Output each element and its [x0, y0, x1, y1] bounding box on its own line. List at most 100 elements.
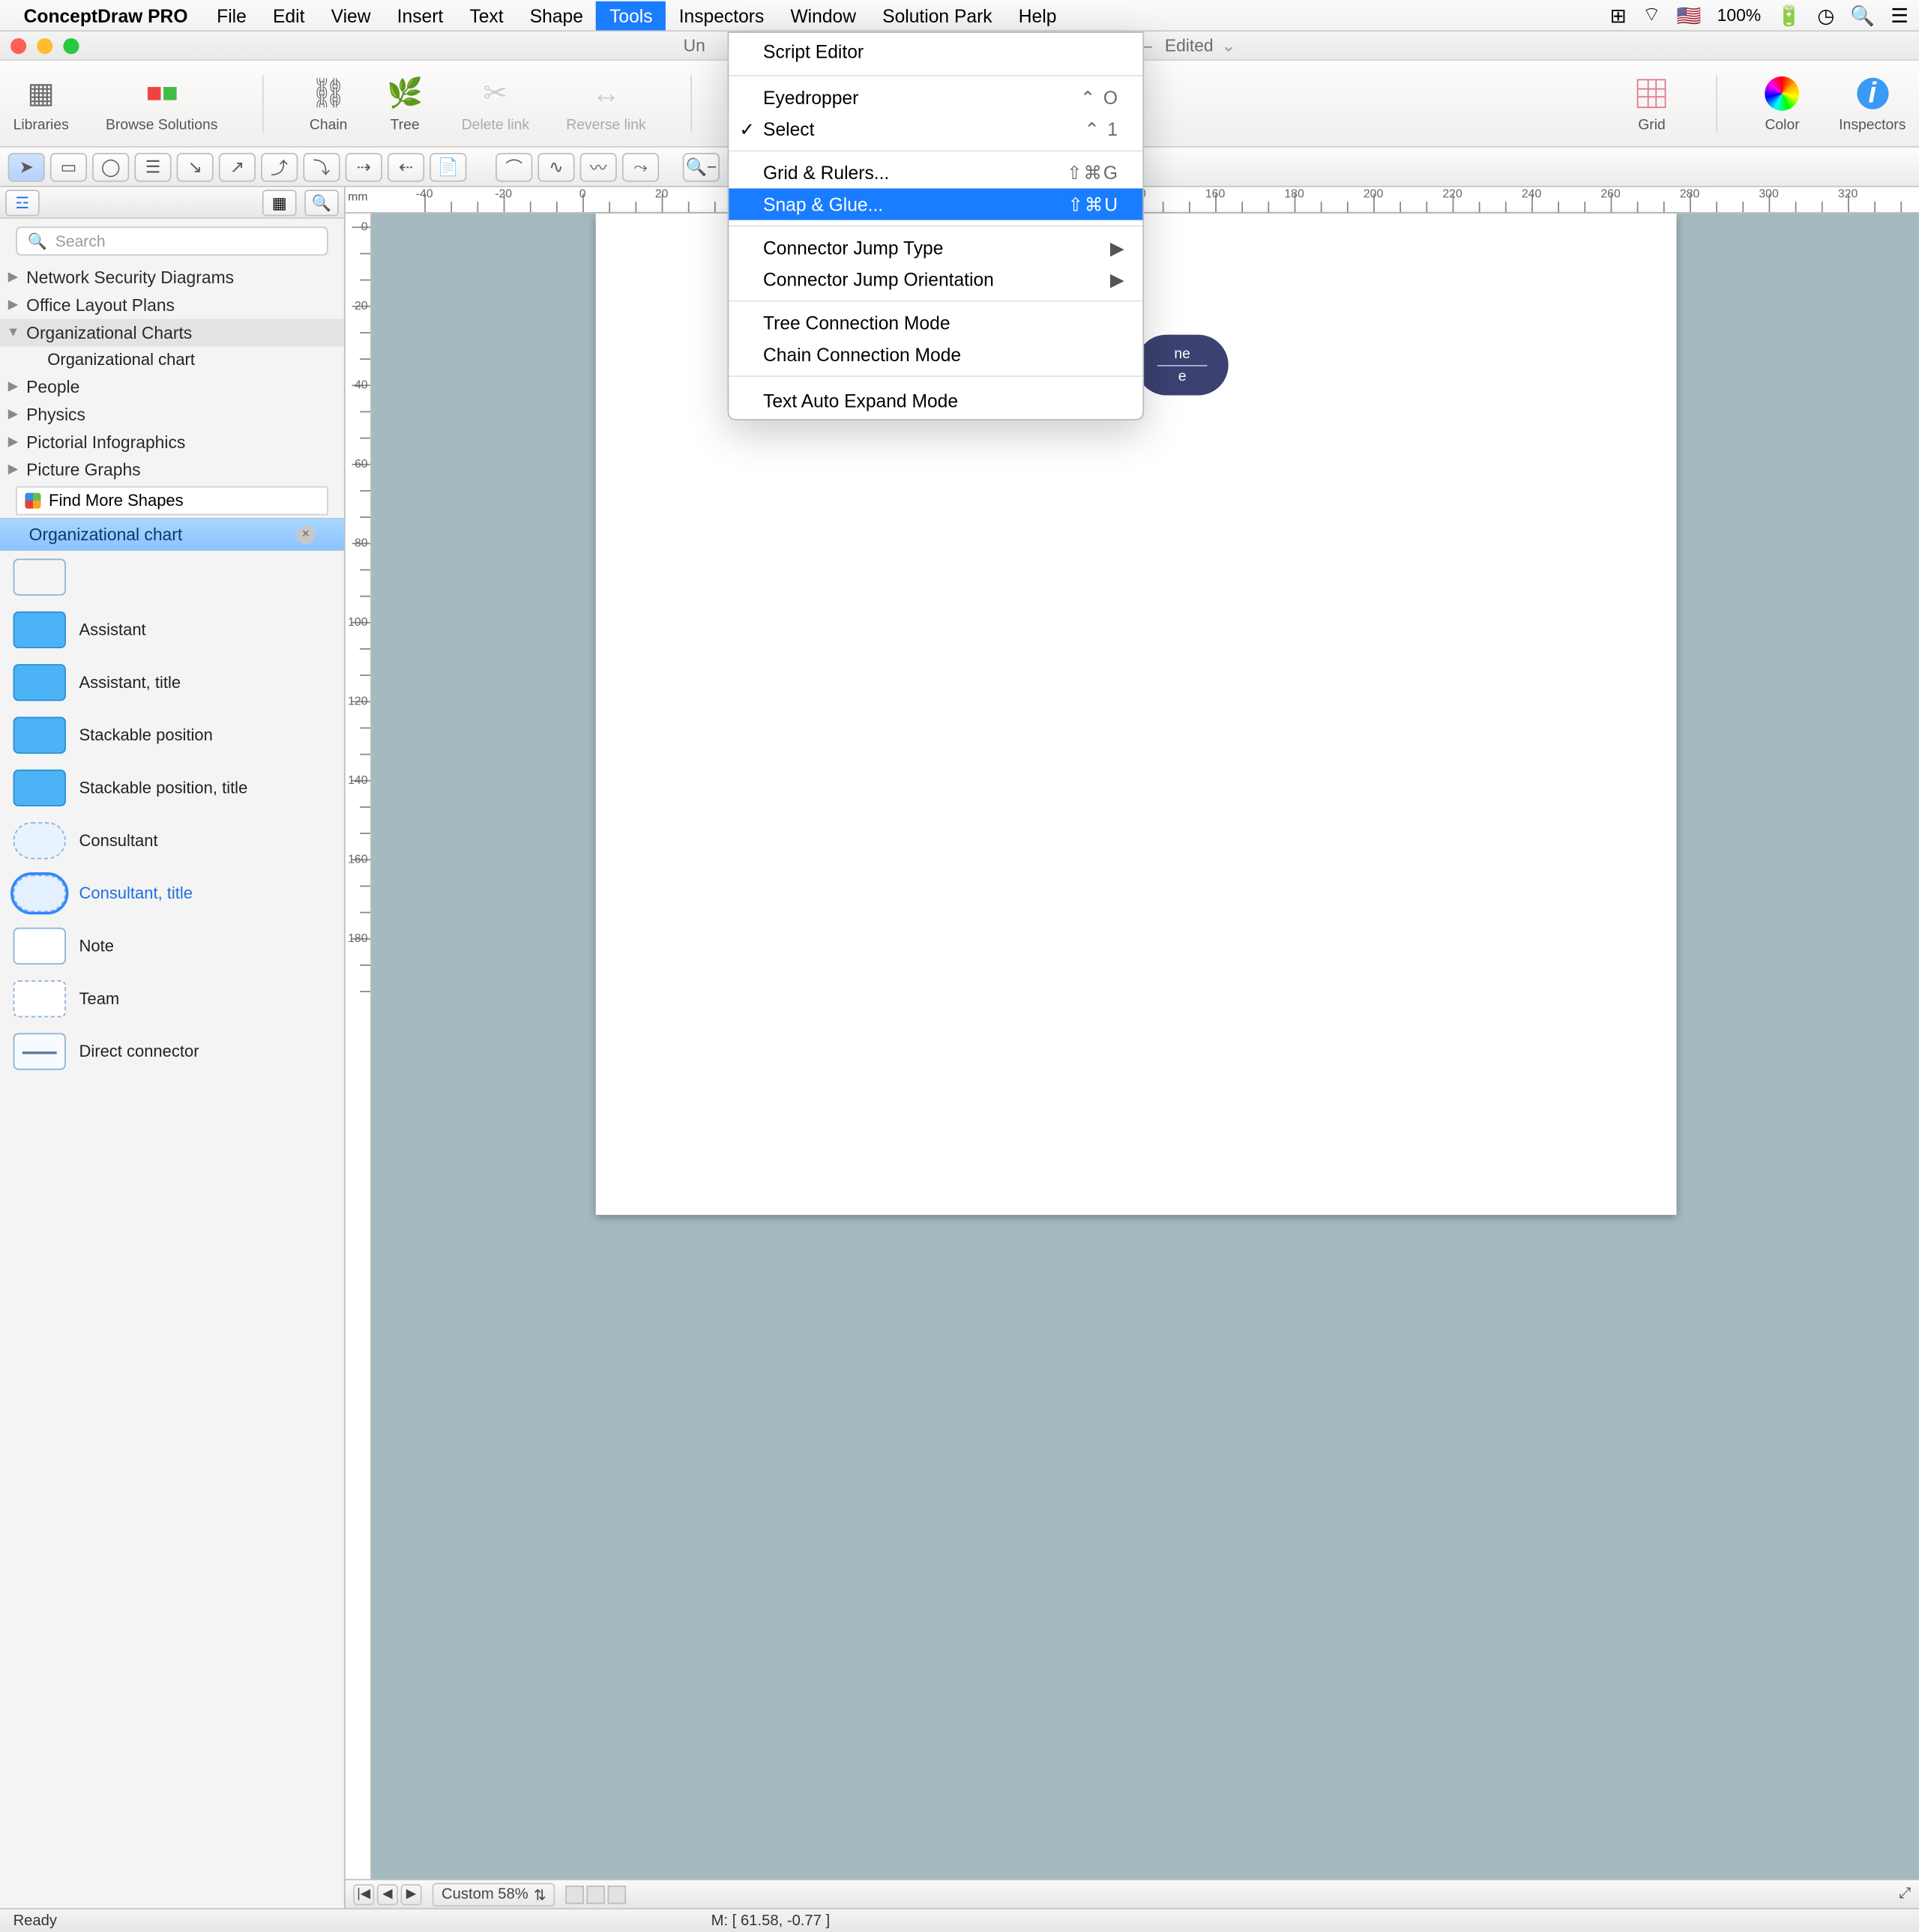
- arrow-tool[interactable]: ➤: [8, 152, 45, 181]
- menu-item-chain-mode[interactable]: Chain Connection Mode: [729, 339, 1142, 370]
- sheet-first-button[interactable]: |◀: [353, 1883, 374, 1904]
- menu-view[interactable]: View: [318, 1, 384, 30]
- sheet-tab-1[interactable]: [566, 1885, 585, 1904]
- canvas-shape-consultant-title[interactable]: ne e: [1136, 335, 1229, 396]
- shape-stackable-position[interactable]: Stackable position: [0, 709, 344, 761]
- sheet-tab-2[interactable]: [587, 1885, 606, 1904]
- curve-tool-4[interactable]: ⤳: [622, 152, 659, 181]
- shape-direct-connector[interactable]: Direct connector: [0, 1025, 344, 1078]
- note-tool[interactable]: 📄: [430, 152, 466, 181]
- window-close-button[interactable]: [10, 37, 26, 53]
- connector-tool-4[interactable]: ⤵: [303, 152, 340, 181]
- menu-item-text-auto-expand[interactable]: Text Auto Expand Mode: [729, 382, 1142, 419]
- window-minimize-button[interactable]: [37, 37, 52, 53]
- menu-item-eyedropper[interactable]: Eyedropper⌃ O: [729, 82, 1142, 113]
- cat-office-layout[interactable]: ▶Office Layout Plans: [0, 292, 344, 319]
- sheet-tab-3[interactable]: [608, 1885, 627, 1904]
- cat-label: Organizational Charts: [26, 323, 192, 342]
- menu-help[interactable]: Help: [1005, 1, 1070, 30]
- shape-list: Assistant Assistant, title Stackable pos…: [0, 551, 344, 1908]
- library-header[interactable]: Organizational chart ×: [0, 518, 344, 551]
- shape-assistant[interactable]: Assistant: [0, 603, 344, 656]
- wifi-icon[interactable]: ⌔: [1642, 3, 1661, 28]
- delete-link-label: Delete link: [462, 117, 529, 133]
- zoom-select[interactable]: Custom 58%⇅: [433, 1883, 555, 1907]
- curve-tool-2[interactable]: ∿: [537, 152, 574, 181]
- close-library-button[interactable]: ×: [297, 525, 316, 544]
- canvas-viewport[interactable]: ne e: [372, 214, 1919, 1879]
- expand-icon[interactable]: ⤢: [1899, 1886, 1911, 1903]
- menu-item-select[interactable]: ✓Select⌃ 1: [729, 113, 1142, 145]
- shape-item[interactable]: [0, 551, 344, 603]
- grid-button[interactable]: Grid: [1632, 74, 1672, 132]
- battery-icon[interactable]: 🔋: [1777, 3, 1801, 27]
- menu-separator: [729, 301, 1142, 302]
- menu-inspectors[interactable]: Inspectors: [666, 1, 777, 30]
- spotlight-icon[interactable]: 🔍: [1850, 3, 1875, 27]
- cat-pictorial-infographics[interactable]: ▶Pictorial Infographics: [0, 428, 344, 456]
- cat-network-security[interactable]: ▶Network Security Diagrams: [0, 264, 344, 292]
- libraries-button[interactable]: ▦ Libraries: [13, 74, 69, 132]
- connector-tool-5[interactable]: ⇢: [346, 152, 382, 181]
- shape-consultant-title[interactable]: Consultant, title: [0, 867, 344, 920]
- connector-tool-6[interactable]: ⇠: [388, 152, 424, 181]
- color-button[interactable]: Color: [1762, 74, 1802, 132]
- connector-tool-3[interactable]: ⤴: [261, 152, 298, 181]
- menu-insert[interactable]: Insert: [384, 1, 457, 30]
- shape-consultant[interactable]: Consultant: [0, 815, 344, 867]
- menu-extras-icon[interactable]: ⊞: [1610, 3, 1627, 27]
- sidebar-view-tree-button[interactable]: ☲: [5, 189, 40, 215]
- canvas-shape-text-bottom: e: [1178, 368, 1187, 384]
- chevron-down-icon[interactable]: ⌄: [1221, 35, 1235, 56]
- menu-item-script-editor[interactable]: Script Editor: [729, 33, 1142, 70]
- connector-tool-1[interactable]: ↘: [177, 152, 214, 181]
- tree-button[interactable]: 🌿 Tree: [385, 74, 425, 132]
- window-zoom-button[interactable]: [63, 37, 79, 53]
- shape-team[interactable]: Team: [0, 973, 344, 1025]
- cat-physics[interactable]: ▶Physics: [0, 401, 344, 429]
- flag-icon[interactable]: 🇺🇸: [1677, 3, 1702, 27]
- menu-window[interactable]: Window: [777, 1, 870, 30]
- menu-edit[interactable]: Edit: [259, 1, 318, 30]
- menu-item-tree-mode[interactable]: Tree Connection Mode: [729, 307, 1142, 339]
- menu-item-snap-glue[interactable]: Snap & Glue...⇧⌘U: [729, 188, 1142, 220]
- chain-button[interactable]: ⛓ Chain: [309, 74, 349, 132]
- shape-note[interactable]: Note: [0, 920, 344, 972]
- sheet-prev-button[interactable]: ◀: [377, 1883, 398, 1904]
- clock-icon[interactable]: ◷: [1817, 3, 1834, 27]
- menu-tools[interactable]: Tools: [596, 1, 666, 30]
- delete-link-button[interactable]: ✂ Delete link: [462, 74, 529, 132]
- cat-picture-graphs[interactable]: ▶Picture Graphs: [0, 456, 344, 483]
- cat-organizational-chart-sub[interactable]: Organizational chart: [0, 346, 344, 372]
- menu-text[interactable]: Text: [457, 1, 516, 30]
- zoom-out-button[interactable]: 🔍−: [683, 152, 720, 181]
- shape-assistant-title[interactable]: Assistant, title: [0, 656, 344, 709]
- menu-file[interactable]: File: [204, 1, 260, 30]
- sidebar-view-search-button[interactable]: 🔍: [304, 189, 339, 215]
- tree-icon: 🌿: [385, 74, 425, 111]
- sheet-next-button[interactable]: ▶: [401, 1883, 422, 1904]
- menu-item-jump-type[interactable]: Connector Jump Type▶: [729, 232, 1142, 263]
- list-icon[interactable]: ☰: [1891, 3, 1909, 27]
- find-more-shapes-button[interactable]: Find More Shapes: [16, 486, 328, 516]
- shape-stackable-position-title[interactable]: Stackable position, title: [0, 761, 344, 814]
- sidebar-view-grid-button[interactable]: ▦: [262, 189, 297, 215]
- sidebar-search[interactable]: 🔍 Search: [16, 226, 328, 256]
- curve-tool-3[interactable]: 〰: [580, 152, 617, 181]
- ellipse-tool[interactable]: ◯: [92, 152, 129, 181]
- curve-tool-1[interactable]: ⌒: [495, 152, 532, 181]
- inspectors-button[interactable]: i Inspectors: [1839, 74, 1906, 132]
- shape-label: Direct connector: [79, 1042, 199, 1061]
- cat-people[interactable]: ▶People: [0, 373, 344, 401]
- menu-item-jump-orientation[interactable]: Connector Jump Orientation▶: [729, 264, 1142, 295]
- rect-tool[interactable]: ▭: [50, 152, 87, 181]
- ruler-vertical[interactable]: 020406080100120140160180: [346, 214, 372, 1879]
- connector-tool-2[interactable]: ↗: [219, 152, 256, 181]
- cat-organizational-charts[interactable]: ▼Organizational Charts: [0, 319, 344, 346]
- browse-solutions-button[interactable]: Browse Solutions: [106, 74, 217, 132]
- list-tool[interactable]: ☰: [134, 152, 171, 181]
- menu-solution-park[interactable]: Solution Park: [870, 1, 1006, 30]
- reverse-link-button[interactable]: ↔ Reverse link: [566, 74, 645, 132]
- menu-item-grid-rulers[interactable]: Grid & Rulers...⇧⌘G: [729, 157, 1142, 188]
- menu-shape[interactable]: Shape: [516, 1, 596, 30]
